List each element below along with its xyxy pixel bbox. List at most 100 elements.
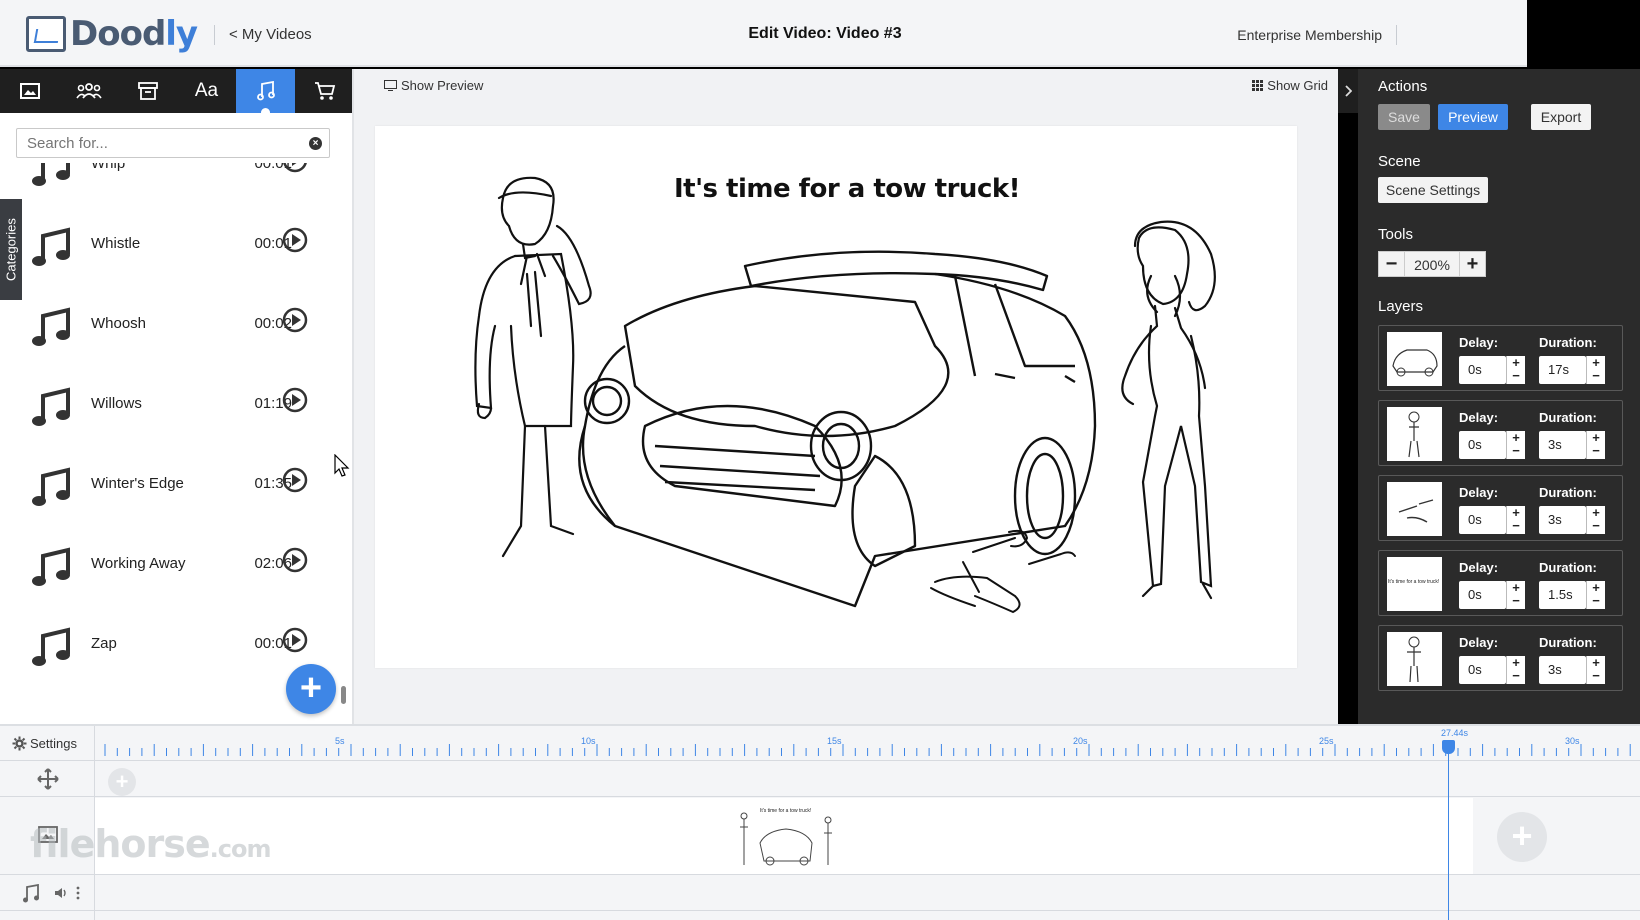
ruler-label: 20s: [1073, 736, 1088, 746]
timeline-ruler[interactable]: [95, 726, 1640, 758]
list-item[interactable]: Whoosh 00:02: [30, 300, 320, 350]
add-sound-button[interactable]: +: [286, 664, 336, 714]
layer-item[interactable]: It's time for a tow truck! Delay: Durati…: [1378, 550, 1623, 616]
ruler-label: 5s: [335, 736, 345, 746]
zoom-level: 200%: [1405, 251, 1459, 277]
playhead-handle[interactable]: [1442, 740, 1455, 754]
car-thumbnail-icon: [1392, 349, 1438, 377]
music-note-icon: [32, 307, 70, 346]
categories-tab[interactable]: Categories: [0, 199, 22, 300]
duration-input[interactable]: 3s: [1539, 656, 1586, 684]
actions-heading: Actions: [1378, 78, 1428, 95]
tab-sounds[interactable]: [236, 69, 295, 113]
layer-item[interactable]: Delay: Duration: 0s + − 3s + −: [1378, 400, 1623, 466]
more-options-icon[interactable]: [76, 886, 80, 900]
music-icon: [256, 81, 275, 101]
list-item[interactable]: Willows 01:19: [30, 380, 320, 430]
volume-icon[interactable]: [54, 886, 68, 900]
layer-thumbnail: [1387, 332, 1442, 386]
delay-input[interactable]: 0s: [1459, 656, 1506, 684]
zoom-in-button[interactable]: +: [1459, 251, 1486, 277]
tab-props[interactable]: [118, 69, 177, 113]
tools-heading: Tools: [1378, 226, 1414, 243]
delay-input[interactable]: 0s: [1459, 431, 1506, 459]
layer-item[interactable]: Delay: Duration: 0s + − 3s + −: [1378, 475, 1623, 541]
music-track-icon: [23, 884, 39, 903]
layer-item[interactable]: Delay: Duration: 0s + − 3s + −: [1378, 625, 1623, 691]
play-icon[interactable]: [280, 545, 310, 575]
people-icon: [75, 83, 102, 99]
grid-icon: [1252, 80, 1264, 91]
add-keyframe-button[interactable]: +: [108, 768, 136, 796]
timeline-row-divider: [0, 760, 1640, 761]
scene-clip-thumbnail[interactable]: It's time for a tow truck!: [730, 803, 843, 873]
delay-input[interactable]: 0s: [1459, 581, 1506, 609]
scene-stage[interactable]: It's time for a tow truck!: [375, 126, 1297, 668]
preview-button[interactable]: Preview: [1438, 104, 1508, 130]
play-icon[interactable]: [280, 465, 310, 495]
music-note-icon: [32, 227, 70, 266]
play-icon[interactable]: [280, 225, 310, 255]
delay-stepper[interactable]: + −: [1506, 656, 1525, 684]
timeline-row-divider: [0, 910, 1640, 911]
tab-text[interactable]: Aa: [177, 69, 236, 113]
sound-name: Winter's Edge: [91, 475, 184, 492]
zoom-out-button[interactable]: −: [1378, 251, 1405, 277]
play-icon[interactable]: [280, 625, 310, 655]
duration-stepper[interactable]: + −: [1586, 356, 1605, 384]
show-grid-toggle[interactable]: Show Grid: [1252, 78, 1328, 93]
music-note-icon: [32, 547, 70, 586]
tab-characters[interactable]: [59, 69, 118, 113]
list-item[interactable]: Zap 00:01: [30, 620, 320, 670]
sound-name: Zap: [91, 635, 117, 652]
scene-settings-button[interactable]: Scene Settings: [1378, 177, 1488, 203]
membership-link[interactable]: Enterprise Membership: [1237, 27, 1382, 43]
play-icon[interactable]: [280, 305, 310, 335]
duration-input[interactable]: 3s: [1539, 431, 1586, 459]
list-item[interactable]: Working Away 02:06: [30, 540, 320, 590]
duration-input[interactable]: 17s: [1539, 356, 1586, 384]
list-item[interactable]: Whistle 00:01: [30, 220, 320, 270]
duration-input[interactable]: 3s: [1539, 506, 1586, 534]
sound-list: Whip 00:01 Whistle 00:01 Whoosh 00:02 Wi…: [0, 163, 344, 723]
delay-stepper[interactable]: + −: [1506, 581, 1525, 609]
add-scene-button[interactable]: +: [1497, 812, 1547, 862]
collapse-right-panel-button[interactable]: [1338, 69, 1358, 113]
delay-input[interactable]: 0s: [1459, 506, 1506, 534]
layer-thumbnail: [1387, 482, 1442, 536]
delay-stepper[interactable]: + −: [1506, 431, 1525, 459]
show-preview-toggle[interactable]: Show Preview: [384, 78, 483, 93]
tab-store[interactable]: [295, 69, 354, 113]
duration-stepper[interactable]: + −: [1586, 581, 1605, 609]
delay-label: Delay:: [1459, 635, 1499, 650]
delay-stepper[interactable]: + −: [1506, 356, 1525, 384]
delay-stepper[interactable]: + −: [1506, 506, 1525, 534]
duration-input[interactable]: 1.5s: [1539, 581, 1586, 609]
save-button[interactable]: Save: [1378, 104, 1430, 130]
timeline: Settings 5s 10s 15s 20s 25s 30s + It's t…: [0, 724, 1640, 920]
move-icon[interactable]: [37, 768, 59, 790]
play-icon[interactable]: [280, 385, 310, 415]
sound-name: Whoosh: [91, 315, 147, 332]
tab-images[interactable]: [0, 69, 59, 113]
layer-item[interactable]: Delay: Duration: 0s + − 17s + −: [1378, 325, 1623, 391]
search-input[interactable]: [17, 129, 297, 157]
businessman-figure: [474, 176, 592, 558]
duration-label: Duration:: [1539, 635, 1597, 650]
duration-stepper[interactable]: + −: [1586, 656, 1605, 684]
export-button[interactable]: Export: [1531, 104, 1591, 130]
playhead-time: 27.44s: [1441, 728, 1469, 738]
play-icon[interactable]: [280, 163, 310, 175]
delay-input[interactable]: 0s: [1459, 356, 1506, 384]
duration-stepper[interactable]: + −: [1586, 431, 1605, 459]
duration-stepper[interactable]: + −: [1586, 506, 1605, 534]
timeline-settings-button[interactable]: Settings: [12, 736, 77, 751]
asset-panel: Aa × Whip 00:01 Whistle 00:01 Wh: [0, 69, 368, 724]
page-title: Edit Video: Video #3: [748, 25, 902, 42]
image-icon: [19, 83, 40, 99]
list-scrollbar[interactable]: [341, 686, 346, 704]
list-item[interactable]: Whip 00:01: [30, 163, 320, 190]
sound-name: Willows: [91, 395, 142, 412]
clear-search-icon[interactable]: ×: [309, 137, 322, 150]
list-item[interactable]: Winter's Edge 01:35: [30, 460, 320, 510]
